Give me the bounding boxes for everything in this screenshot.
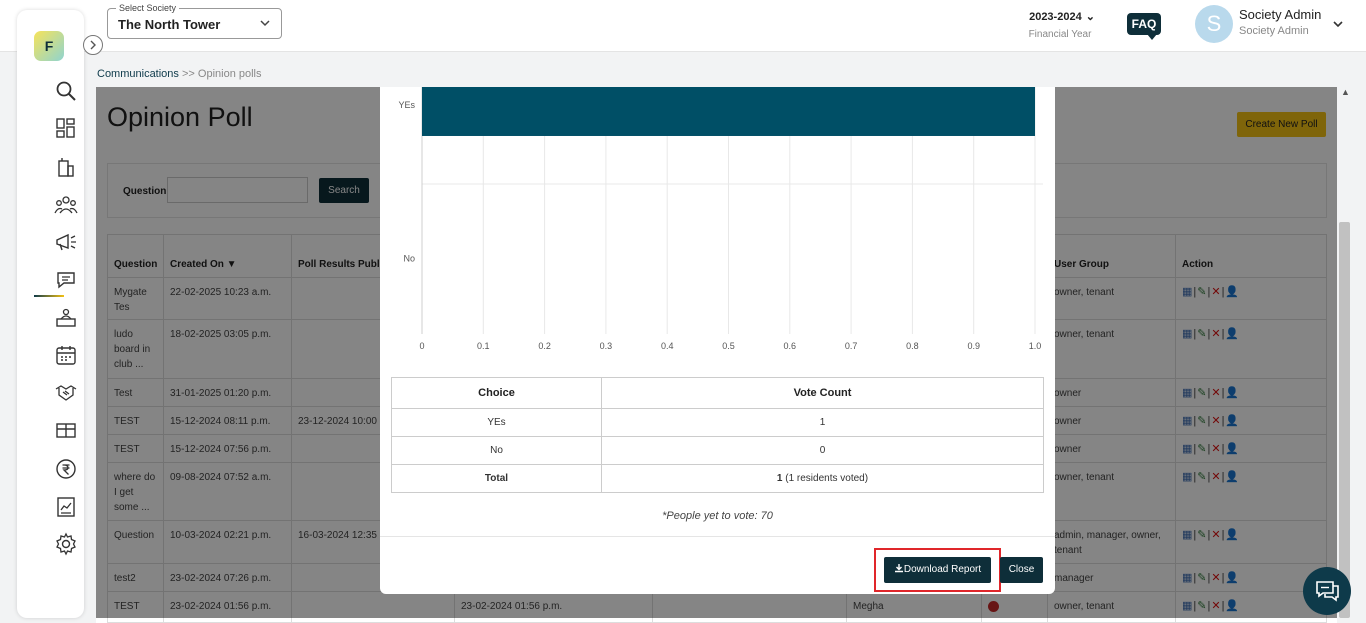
- modal-footer: Download Report Close: [380, 536, 1055, 594]
- vote-count-column-header: Vote Count: [601, 377, 1044, 409]
- poll-results-chart: YEs No 0 0.1 0.2 0.3 0.4 0.5 0.6 0.7 0.8 0.9 1.0: [398, 87, 1043, 351]
- download-icon: [894, 564, 903, 573]
- vote-count-cell: 0: [601, 436, 1044, 465]
- chevron-down-icon: ⌄: [1085, 11, 1095, 23]
- sidebar-toggle-button[interactable]: [83, 35, 103, 55]
- amenities-icon[interactable]: [54, 418, 78, 442]
- total-note: (1 residents voted): [782, 473, 869, 484]
- choice-column-header: Choice: [391, 377, 602, 409]
- chart-category-label: No: [403, 253, 415, 263]
- chart-tick-label: 0.6: [784, 341, 797, 351]
- settings-icon[interactable]: [54, 532, 78, 556]
- choice-cell: No: [391, 436, 602, 465]
- chart-tick-label: 0.8: [906, 341, 919, 351]
- chart-tick-label: 0: [419, 341, 424, 351]
- calendar-icon[interactable]: [54, 343, 78, 367]
- scrollbar-thumb[interactable]: [1339, 222, 1350, 618]
- poll-results-modal: YEs No 0 0.1 0.2 0.3 0.4 0.5 0.6 0.7 0.8 0.9 1.0 Cho…: [380, 87, 1055, 594]
- chart-tick-label: 0.1: [477, 341, 490, 351]
- total-label: Total: [391, 464, 602, 493]
- breadcrumb-current: Opinion polls: [197, 68, 262, 80]
- people-icon[interactable]: [54, 193, 78, 217]
- app-logo: F: [34, 31, 64, 61]
- chart-tick-label: 1.0: [1029, 341, 1042, 351]
- society-select[interactable]: Select Society The North Tower: [107, 3, 282, 39]
- chart-tick-label: 0.7: [845, 341, 858, 351]
- sidebar: F: [17, 10, 103, 618]
- user-role: Society Admin: [1239, 25, 1309, 37]
- user-menu-chevron-icon[interactable]: [1331, 17, 1345, 31]
- handshake-icon[interactable]: [54, 380, 78, 404]
- download-report-label: Download Report: [903, 564, 982, 575]
- financial-year-selector[interactable]: 2023-2024 ⌄ Financial Year: [1010, 8, 1110, 40]
- megaphone-icon[interactable]: [54, 230, 78, 254]
- financial-year-label: Financial Year: [1028, 29, 1092, 40]
- breadcrumb: Communications >> Opinion polls: [97, 68, 261, 80]
- user-name: Society Admin: [1239, 7, 1322, 22]
- faq-button[interactable]: FAQ: [1127, 13, 1161, 40]
- close-button[interactable]: Close: [1000, 557, 1043, 583]
- chart-bar: [422, 87, 1035, 136]
- society-select-value: The North Tower: [118, 17, 221, 32]
- active-indicator: [34, 295, 64, 297]
- top-bar: Select Society The North Tower 2023-2024…: [0, 0, 1366, 52]
- table-row: YEs 1: [391, 408, 1044, 437]
- chart-tick-label: 0.9: [967, 341, 980, 351]
- helpdesk-icon[interactable]: [54, 306, 78, 330]
- total-cell: 1 (1 residents voted): [601, 464, 1044, 493]
- rupee-icon[interactable]: [54, 457, 78, 481]
- people-yet-to-vote: *People yet to vote: 70: [662, 510, 773, 522]
- breadcrumb-separator: >>: [178, 68, 198, 80]
- chart-tick-label: 0.4: [661, 341, 674, 351]
- vote-count-cell: 1: [601, 408, 1044, 437]
- total-row: Total 1 (1 residents voted): [391, 464, 1044, 493]
- chevron-down-icon: [260, 20, 270, 27]
- society-select-label: Select Society: [116, 3, 180, 13]
- building-icon[interactable]: [54, 155, 78, 179]
- chart-tick-label: 0.3: [600, 341, 613, 351]
- table-row: No 0: [391, 436, 1044, 465]
- breadcrumb-parent[interactable]: Communications: [97, 68, 179, 80]
- financial-year-value: 2023-2024: [1029, 11, 1082, 23]
- chevron-right-icon: [90, 40, 96, 50]
- chart-tick-label: 0.2: [538, 341, 551, 351]
- chart-category-label: YEs: [398, 100, 415, 110]
- avatar[interactable]: S: [1195, 5, 1233, 43]
- page-scrollbar[interactable]: ▲: [1338, 85, 1352, 620]
- chat-icon[interactable]: [54, 268, 78, 292]
- vote-count-table: Choice Vote Count YEs 1 No 0 Total 1 (1 …: [391, 377, 1044, 493]
- chart-tick-label: 0.5: [722, 341, 735, 351]
- scroll-up-arrow-icon[interactable]: ▲: [1341, 87, 1350, 97]
- chat-bubbles-icon: [1316, 581, 1339, 602]
- search-icon[interactable]: [54, 79, 78, 103]
- reports-icon[interactable]: [54, 495, 78, 519]
- dashboard-icon[interactable]: [54, 116, 78, 140]
- download-report-button[interactable]: Download Report: [884, 557, 991, 583]
- choice-cell: YEs: [391, 408, 602, 437]
- chat-support-button[interactable]: [1303, 567, 1351, 615]
